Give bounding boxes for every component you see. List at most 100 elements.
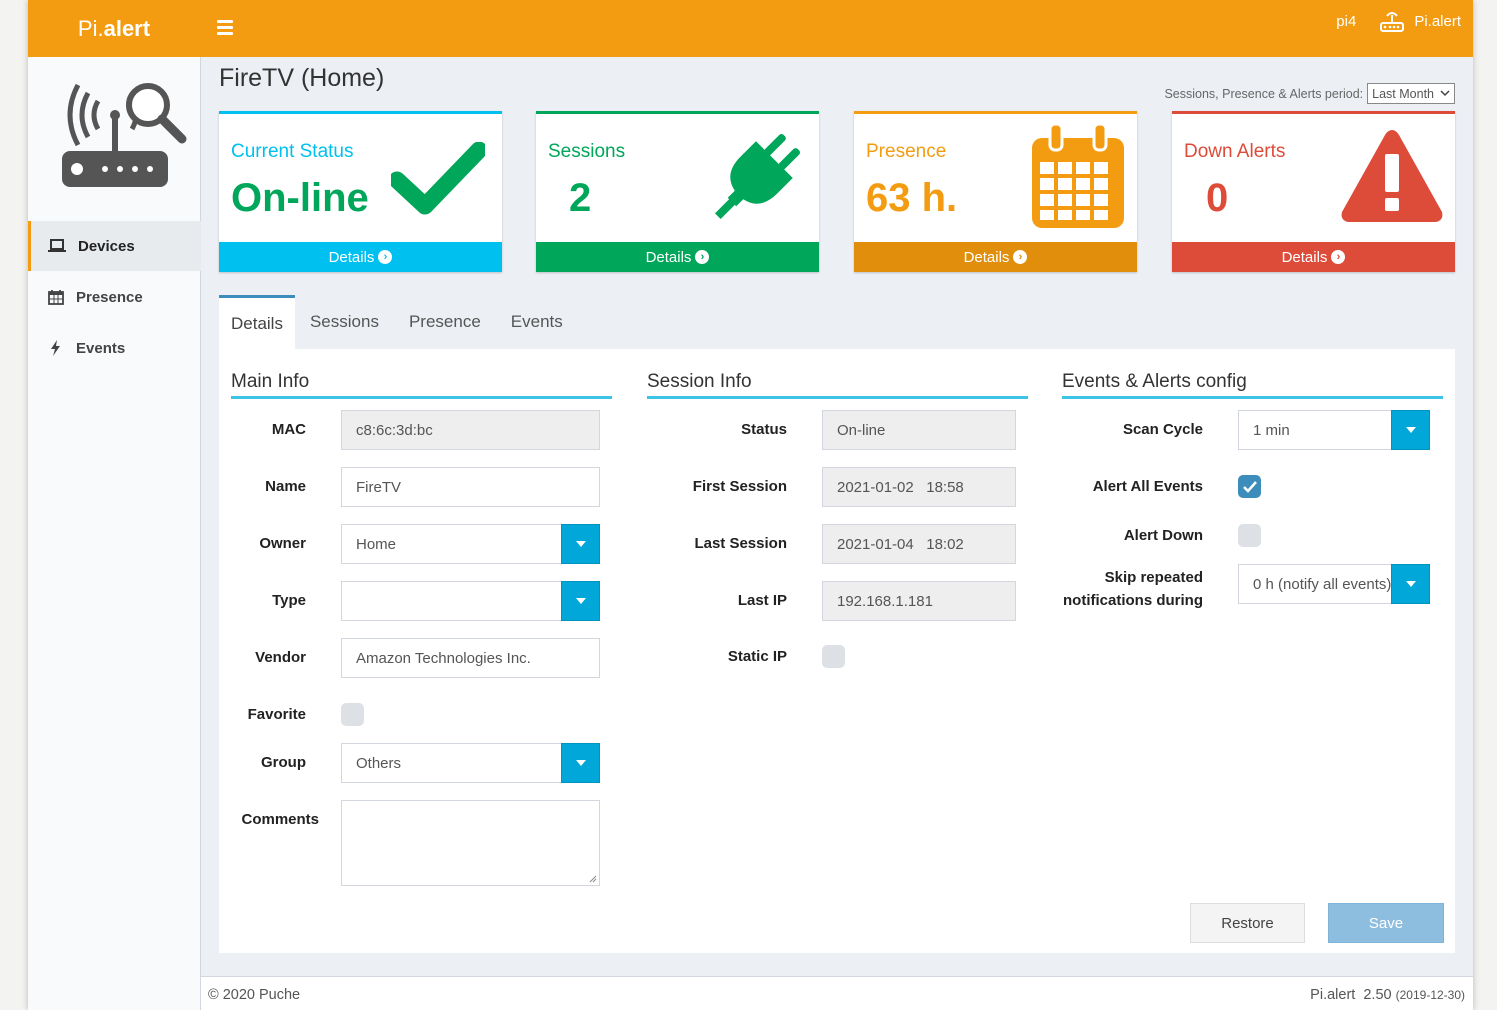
tab-presence[interactable]: Presence [394,295,496,349]
user-menu[interactable]: Pi.alert [1380,10,1461,32]
warning-icon [1341,130,1443,222]
presence-box-title: Presence [866,141,947,162]
caret-down-icon [1405,427,1416,433]
period-value: Last Month [1372,86,1434,101]
sidebar-item-label: Devices [78,237,135,255]
sidebar-item-events[interactable]: Events [28,323,201,373]
sessions-box-title: Sessions [548,141,626,162]
type-dropdown-button[interactable] [561,581,600,621]
details-label: Details [328,248,375,266]
sessions-box: Sessions 2 Details › [536,111,819,272]
details-label: Details [963,248,1010,266]
arrow-circle-right-icon: › [695,250,710,264]
laptop-icon [48,239,66,252]
favorite-label: Favorite [247,706,306,723]
scan-cycle-dropdown-button[interactable] [1391,410,1430,450]
app-window: Pi. alert pi4 Pi.alert Devices Presence … [28,0,1473,1010]
sidebar-item-devices[interactable]: Devices [28,221,201,271]
status-field[interactable]: On-line [822,410,1016,450]
arrow-circle-right-icon: › [1013,250,1028,264]
copyright-text: © 2020 Puche [208,987,301,1003]
group-field[interactable]: Others [341,743,562,783]
period-select[interactable]: Last Month [1367,83,1455,104]
save-button[interactable]: Save [1328,903,1444,943]
status-label: Status [741,421,787,438]
top-right-area: pi4 Pi.alert [1336,10,1461,32]
restore-button[interactable]: Restore [1190,903,1305,943]
tab-events[interactable]: Events [496,295,578,349]
page-title: FireTV (Home) [219,64,385,92]
app-logo[interactable]: Pi. alert [28,0,200,57]
host-label: pi4 [1336,12,1357,30]
arrow-circle-right-icon: › [1331,250,1346,264]
top-navbar: Pi. alert pi4 Pi.alert [28,0,1473,57]
skip-repeated-label: Skip repeated notifications during [1049,566,1203,612]
session-info-title: Session Info [647,371,1028,399]
sidebar-item-label: Events [76,339,126,357]
version-text: Pi.alert 2.50 (2019-12-30) [1310,987,1465,1003]
skip-repeated-dropdown-button[interactable] [1391,564,1430,604]
alerts-config-title: Events & Alerts config [1062,371,1443,399]
details-panel: Main Info MAC c8:6c:3d:bc Name FireTV Ow… [219,349,1455,953]
status-details-link[interactable]: Details › [219,242,502,272]
details-label: Details [645,248,692,266]
router-icon [1380,12,1405,32]
app-version: Pi.alert 2.50 [1310,987,1392,1003]
status-box-value: On-line [231,176,369,220]
last-session-field[interactable]: 2021-01-04 18:02 [822,524,1016,564]
down-alerts-box: Down Alerts 0 Details › [1172,111,1455,272]
last-ip-field[interactable]: 192.168.1.181 [822,581,1016,621]
down-alerts-box-title: Down Alerts [1184,141,1286,162]
main-info-title: Main Info [231,371,612,399]
resize-handle-icon[interactable] [589,875,597,883]
arrow-circle-right-icon: › [378,250,393,264]
status-box-title: Current Status [231,141,354,162]
mac-field[interactable]: c8:6c:3d:bc [341,410,600,450]
user-label: Pi.alert [1414,12,1461,30]
mac-label: MAC [271,421,306,438]
static-ip-checkbox[interactable] [822,645,845,668]
sidebar-item-presence[interactable]: Presence [28,272,201,322]
tab-sessions[interactable]: Sessions [295,295,394,349]
presence-box: Presence 63 h. Details › [854,111,1137,272]
caret-down-icon [1405,581,1416,587]
owner-field[interactable]: Home [341,524,562,564]
first-session-label: First Session [692,478,787,495]
owner-dropdown-button[interactable] [561,524,600,564]
caret-down-icon [575,541,586,547]
name-field[interactable]: FireTV [341,467,600,507]
skip-repeated-field[interactable]: 0 h (notify all events) [1238,564,1392,604]
caret-down-icon [575,598,586,604]
type-label: Type [272,592,306,609]
favorite-checkbox[interactable] [341,703,364,726]
comments-textarea[interactable] [341,800,600,886]
details-label: Details [1281,248,1328,266]
logo-bold: alert [103,15,151,41]
calendar-icon [48,290,64,305]
vendor-label: Vendor [255,649,306,666]
first-session-field[interactable]: 2021-01-02 18:58 [822,467,1016,507]
scan-cycle-label: Scan Cycle [1122,421,1203,438]
alert-all-events-checkbox[interactable] [1238,475,1261,498]
sessions-details-link[interactable]: Details › [536,242,819,272]
logo-prefix: Pi. [77,15,104,41]
tab-details[interactable]: Details [219,295,295,349]
period-label: Sessions, Presence & Alerts period: [1164,86,1364,101]
calendar-icon [1032,124,1124,228]
group-dropdown-button[interactable] [561,743,600,783]
down-alerts-details-link[interactable]: Details › [1172,242,1455,272]
alert-all-events-label: Alert All Events [1092,478,1203,495]
presence-details-link[interactable]: Details › [854,242,1137,272]
vendor-field[interactable]: Amazon Technologies Inc. [341,638,600,678]
alert-down-label: Alert Down [1123,527,1203,544]
owner-label: Owner [259,535,306,552]
presence-box-value: 63 h. [866,176,958,220]
group-label: Group [261,754,306,771]
menu-toggle-icon[interactable] [217,20,233,36]
scan-cycle-field[interactable]: 1 min [1238,410,1392,450]
router-search-logo-icon [62,83,187,187]
alert-down-checkbox[interactable] [1238,524,1261,547]
sidebar-item-label: Presence [76,288,143,306]
version-date: (2019-12-30) [1395,988,1465,1002]
type-field[interactable] [341,581,562,621]
